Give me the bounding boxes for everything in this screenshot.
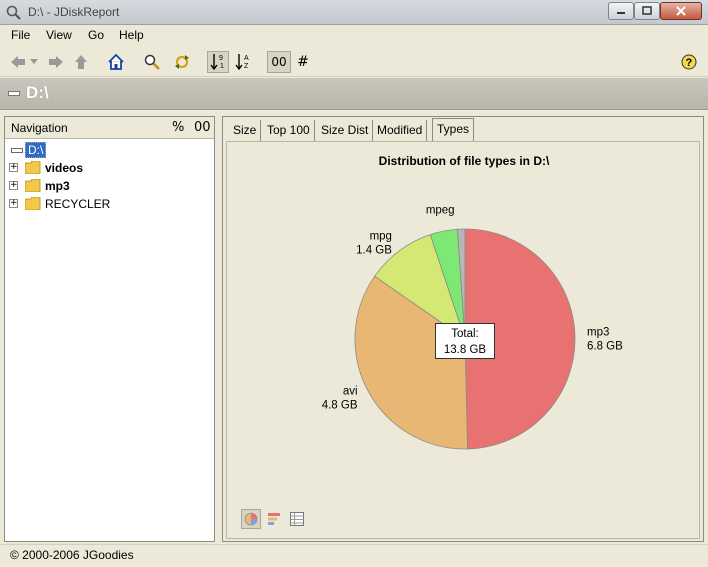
up-button[interactable] (70, 51, 92, 73)
sort-size-button[interactable]: 91 (207, 51, 229, 73)
window-title: D:\ - JDiskReport (28, 5, 120, 19)
sort-size-icon: 91 (210, 54, 224, 71)
path-title: D:\ (26, 83, 49, 102)
collapse-icon[interactable] (8, 91, 20, 96)
back-button[interactable] (7, 51, 29, 73)
tree-root[interactable]: D:\ (5, 141, 214, 159)
pie-view-button[interactable] (241, 509, 261, 529)
hash-toggle[interactable]: # (292, 51, 314, 73)
bar-view-button[interactable] (264, 509, 284, 529)
refresh-icon (175, 55, 189, 69)
oo-toggle[interactable]: 00 (267, 51, 291, 73)
tree-item-label: videos (45, 161, 84, 175)
expand-icon[interactable]: + (9, 199, 18, 208)
tree-item-label: RECYCLER (45, 197, 111, 211)
slice-label-avi: avi (343, 386, 358, 398)
hash-toggle-label: # (297, 54, 309, 70)
expand-icon[interactable]: + (9, 181, 18, 190)
total-label: Total: (451, 328, 479, 340)
help-button[interactable]: ? (678, 51, 700, 73)
folder-icon (25, 161, 41, 174)
close-button[interactable] (660, 2, 702, 20)
navigation-title: Navigation (11, 121, 68, 135)
slice-label-mpg: mpg (370, 230, 392, 242)
menu-help[interactable]: Help (119, 28, 144, 42)
tree-item-recycler[interactable]: + RECYCLER (5, 195, 214, 213)
back-dropdown-button[interactable] (27, 51, 41, 73)
window-title-bar: D:\ - JDiskReport (0, 0, 708, 25)
search-button[interactable] (141, 51, 163, 73)
svg-text:Z: Z (244, 63, 249, 70)
navigation-panel: Navigation % 00 D:\ + videos + mp3 + REC… (4, 116, 215, 542)
close-icon (676, 6, 686, 16)
maximize-button[interactable] (634, 2, 660, 20)
copyright-text: © 2000-2006 JGoodies (10, 548, 134, 562)
pie-chart-icon (244, 512, 258, 526)
oo-toggle-label: 00 (271, 55, 287, 69)
svg-text:9: 9 (219, 55, 223, 62)
back-icon (11, 56, 25, 68)
slice-value-mpg: 1.4 GB (356, 244, 392, 256)
svg-text:?: ? (686, 57, 693, 69)
tree-item-mp3[interactable]: + mp3 (5, 177, 214, 195)
tree-item-videos[interactable]: + videos (5, 159, 214, 177)
menu-go[interactable]: Go (88, 28, 104, 42)
minimize-button[interactable] (608, 2, 634, 20)
refresh-button[interactable] (171, 51, 193, 73)
toolbar: 91 AZ 00 # ? (0, 47, 708, 77)
pie-chart: mp3 6.8 GB avi 4.8 GB mpg 1.4 GB mpeg (322, 204, 623, 450)
maximize-icon (642, 6, 652, 15)
home-icon (108, 54, 124, 70)
main-panel: Size Top 100 Size Dist Modified Types Di… (222, 116, 704, 542)
status-bar: © 2000-2006 JGoodies (0, 544, 708, 567)
types-view: Distribution of file types in D:\ mp3 6.8… (226, 141, 700, 539)
total-value: 13.8 GB (443, 344, 487, 356)
forward-button[interactable] (45, 51, 67, 73)
sort-name-button[interactable]: AZ (232, 51, 254, 73)
expand-icon[interactable]: + (9, 163, 18, 172)
slice-label-mpeg: mpeg (426, 204, 455, 216)
menu-view[interactable]: View (46, 28, 72, 42)
table-view-button[interactable] (287, 509, 307, 529)
slice-value-mp3: 6.8 GB (587, 341, 623, 353)
slice-value-avi: 4.8 GB (322, 400, 358, 412)
minimize-icon (617, 12, 625, 14)
folder-icon (25, 179, 41, 192)
tree-root-label[interactable]: D:\ (25, 142, 47, 158)
svg-text:1: 1 (220, 63, 224, 70)
folder-icon (25, 197, 41, 210)
tab-size-dist[interactable]: Size Dist (317, 120, 374, 141)
tab-modified[interactable]: Modified (373, 120, 428, 141)
forward-icon (49, 56, 63, 68)
tree-item-label: mp3 (45, 179, 70, 193)
tab-top-100[interactable]: Top 100 (263, 120, 315, 141)
search-icon (144, 54, 160, 70)
tab-size[interactable]: Size (229, 120, 262, 141)
collapse-root-icon[interactable] (11, 148, 23, 153)
percent-toggle[interactable]: % (172, 120, 184, 135)
oo-toggle-nav[interactable]: 00 (194, 120, 211, 135)
tab-types[interactable]: Types (432, 118, 475, 142)
slice-label-mp3: mp3 (587, 327, 609, 339)
home-button[interactable] (105, 51, 127, 73)
navigation-header: Navigation % 00 (5, 117, 214, 139)
view-tabs: Size Top 100 Size Dist Modified Types (223, 117, 703, 142)
bar-chart-icon (268, 513, 280, 525)
back-dropdown-icon (30, 59, 38, 64)
path-header: D:\ (0, 78, 708, 110)
sort-name-icon: AZ (235, 54, 249, 71)
table-icon (290, 512, 304, 526)
up-icon (75, 55, 87, 69)
total-label-box: Total: 13.8 GB (435, 323, 495, 359)
help-icon: ? (681, 54, 697, 70)
menu-bar: File View Go Help (0, 25, 708, 47)
svg-text:A: A (244, 55, 249, 62)
app-icon (6, 5, 21, 20)
menu-file[interactable]: File (11, 28, 30, 42)
